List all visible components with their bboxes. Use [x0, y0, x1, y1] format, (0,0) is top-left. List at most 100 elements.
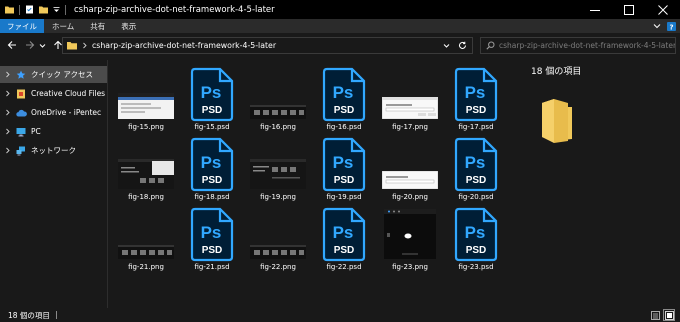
search-icon [486, 41, 495, 50]
svg-text:?: ? [669, 23, 673, 31]
file-name: fig-21.psd [194, 263, 230, 271]
psd-letters: Ps [465, 83, 486, 102]
file-item[interactable]: Ps PSD fig-17.psd [443, 64, 509, 134]
file-list: fig-15.png Ps PSD fig-15.psd fig-16.png Ps PSD… [109, 60, 514, 308]
help-icon[interactable]: ? [667, 21, 676, 31]
chevron-right-icon[interactable] [5, 90, 11, 97]
file-thumbnail: Ps PSD [311, 204, 377, 262]
nav-item-pc[interactable]: PC [0, 123, 107, 140]
chevron-right-icon[interactable] [5, 147, 11, 154]
address-path: csharp-zip-archive-dot-net-framework-4-5… [92, 41, 277, 50]
file-item[interactable]: Ps PSD fig-23.psd [443, 204, 509, 274]
search-input[interactable]: csharp-zip-archive-dot-net-framework-4-5… [480, 37, 676, 54]
file-name: fig-16.png [260, 123, 296, 131]
nav-item-network[interactable]: ネットワーク [0, 142, 107, 159]
image-thumbnail-icon [250, 159, 306, 189]
file-item[interactable]: Ps PSD fig-15.psd [179, 64, 245, 134]
separator [65, 4, 66, 15]
recent-locations-button[interactable] [38, 42, 46, 49]
tab-view[interactable]: 表示 [113, 19, 144, 33]
close-button[interactable] [646, 0, 680, 19]
file-item[interactable]: Ps PSD fig-19.psd [311, 134, 377, 204]
new-folder-icon[interactable] [39, 5, 48, 14]
photoshop-file-icon: Ps PSD [454, 67, 498, 122]
tab-share[interactable]: 共有 [82, 19, 113, 33]
psd-label: PSD [466, 105, 487, 116]
file-item[interactable]: fig-18.png [113, 134, 179, 204]
file-thumbnail [245, 204, 311, 262]
folder-icon[interactable] [5, 5, 14, 14]
file-name: fig-19.png [260, 193, 296, 201]
file-name: fig-21.png [128, 263, 164, 271]
psd-letters: Ps [333, 153, 354, 172]
nav-item-quick-access[interactable]: クイック アクセス [0, 66, 107, 83]
file-item[interactable]: fig-20.png [377, 134, 443, 204]
file-item[interactable]: fig-23.png [377, 204, 443, 274]
nav-label: OneDrive - iPentec [31, 108, 102, 117]
nav-item-onedrive[interactable]: OneDrive - iPentec [0, 104, 107, 121]
search-placeholder: csharp-zip-archive-dot-net-framework-4-5… [499, 41, 676, 50]
psd-letters: Ps [201, 153, 222, 172]
psd-label: PSD [202, 245, 223, 256]
file-thumbnail: Ps PSD [443, 204, 509, 262]
file-item[interactable]: Ps PSD fig-20.psd [443, 134, 509, 204]
forward-button[interactable] [23, 40, 36, 50]
file-item[interactable]: fig-19.png [245, 134, 311, 204]
file-thumbnail: Ps PSD [311, 134, 377, 192]
file-thumbnail: Ps PSD [443, 134, 509, 192]
folder-icon [542, 99, 572, 143]
nav-item-creative-cloud[interactable]: Creative Cloud Files [0, 85, 107, 102]
photoshop-file-icon: Ps PSD [190, 137, 234, 192]
nav-label: ネットワーク [31, 146, 76, 155]
file-item[interactable]: fig-21.png [113, 204, 179, 274]
file-item[interactable]: Ps PSD fig-21.psd [179, 204, 245, 274]
expand-ribbon-icon[interactable] [653, 22, 661, 30]
image-thumbnail-icon [118, 93, 174, 119]
photoshop-file-icon: Ps PSD [190, 207, 234, 262]
chevron-right-icon[interactable] [5, 128, 11, 135]
minimize-button[interactable] [578, 0, 612, 19]
file-thumbnail [113, 204, 179, 262]
large-icons-view-button[interactable] [663, 309, 675, 321]
file-item[interactable]: Ps PSD fig-22.psd [311, 204, 377, 274]
psd-label: PSD [466, 175, 487, 186]
back-button[interactable] [5, 40, 18, 50]
file-name: fig-18.png [128, 193, 164, 201]
customize-dropdown-icon[interactable] [53, 5, 60, 14]
details-view-icon [650, 310, 660, 320]
details-view-button[interactable] [650, 310, 660, 320]
file-name: fig-22.png [260, 263, 296, 271]
photoshop-file-icon: Ps PSD [322, 67, 366, 122]
refresh-icon[interactable] [458, 41, 467, 50]
tab-file[interactable]: ファイル [0, 19, 44, 33]
photoshop-file-icon: Ps PSD [454, 207, 498, 262]
details-item-count: 18 個の項目 [531, 67, 582, 77]
psd-label: PSD [334, 175, 355, 186]
image-thumbnail-icon [384, 209, 436, 259]
chevron-right-icon[interactable] [5, 109, 11, 116]
address-dropdown-icon[interactable] [443, 42, 450, 49]
file-item[interactable]: fig-22.png [245, 204, 311, 274]
file-thumbnail [113, 64, 179, 122]
properties-icon[interactable] [25, 5, 34, 14]
maximize-button[interactable] [612, 0, 646, 19]
onedrive-cloud-icon [15, 109, 27, 116]
image-thumbnail-icon [250, 245, 306, 259]
psd-label: PSD [202, 105, 223, 116]
file-item[interactable]: fig-16.png [245, 64, 311, 134]
address-bar[interactable]: csharp-zip-archive-dot-net-framework-4-5… [62, 37, 473, 54]
file-item[interactable]: fig-15.png [113, 64, 179, 134]
details-pane: 18 個の項目 [516, 60, 680, 308]
file-item[interactable]: Ps PSD fig-18.psd [179, 134, 245, 204]
star-icon [16, 70, 26, 79]
file-item[interactable]: Ps PSD fig-16.psd [311, 64, 377, 134]
file-item[interactable]: fig-17.png [377, 64, 443, 134]
minimize-icon [590, 9, 600, 11]
arrow-left-icon [7, 41, 16, 49]
tab-home[interactable]: ホーム [44, 19, 82, 33]
chevron-right-icon[interactable] [5, 71, 11, 78]
photoshop-file-icon: Ps PSD [322, 137, 366, 192]
file-thumbnail [113, 134, 179, 192]
psd-label: PSD [334, 105, 355, 116]
psd-letters: Ps [201, 83, 222, 102]
